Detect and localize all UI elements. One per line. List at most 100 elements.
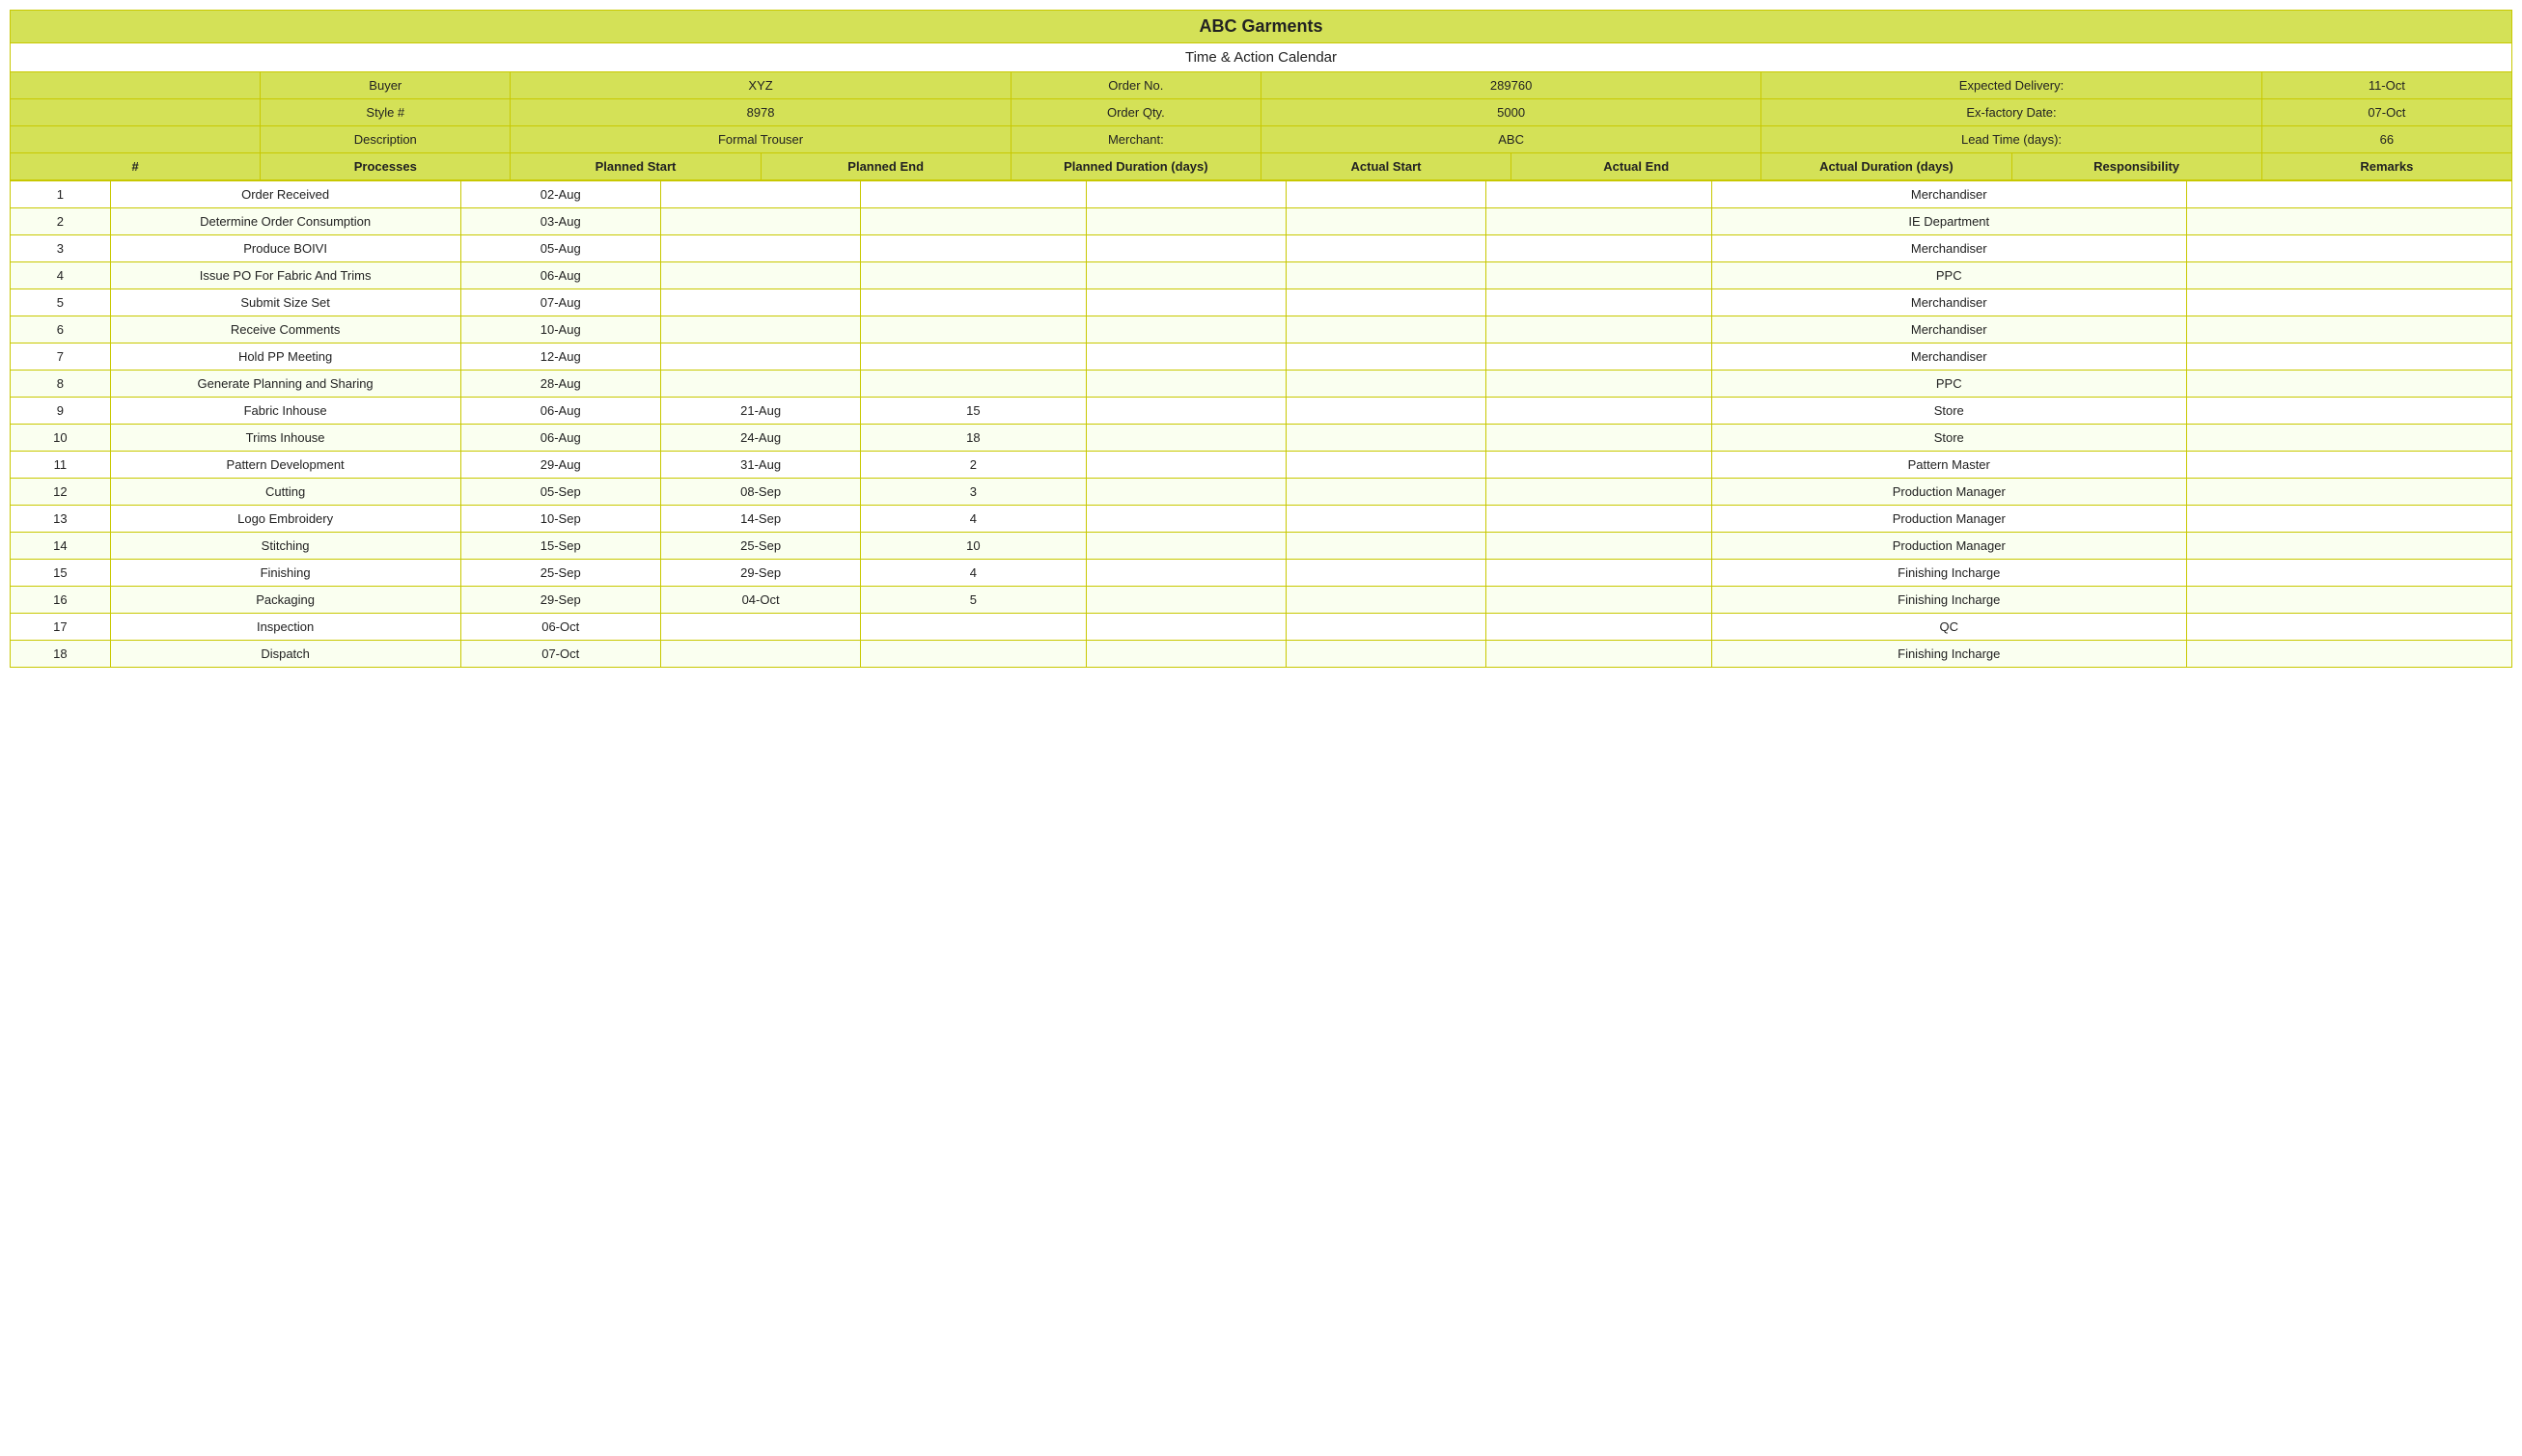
col-header-planned-end: Planned End bbox=[761, 153, 1011, 180]
cell-15-3: 04-Oct bbox=[660, 587, 860, 614]
cell-10-1: Pattern Development bbox=[110, 452, 460, 479]
cell-1-0: 2 bbox=[11, 208, 111, 235]
cell-16-1: Inspection bbox=[110, 614, 460, 641]
merchant-value: ABC bbox=[1261, 126, 1760, 153]
cell-10-4: 2 bbox=[861, 452, 1086, 479]
cell-0-2: 02-Aug bbox=[460, 181, 660, 208]
table-row: 7Hold PP Meeting12-AugMerchandiser bbox=[11, 343, 2512, 371]
cell-2-9 bbox=[2186, 235, 2511, 262]
cell-13-0: 14 bbox=[11, 533, 111, 560]
cell-17-3 bbox=[660, 641, 860, 668]
empty-cell-2 bbox=[11, 99, 261, 126]
order-no-label: Order No. bbox=[1011, 72, 1261, 99]
cell-8-3: 21-Aug bbox=[660, 398, 860, 425]
cell-7-5 bbox=[1086, 371, 1286, 398]
table-row: 11Pattern Development29-Aug31-Aug2Patter… bbox=[11, 452, 2512, 479]
cell-8-1: Fabric Inhouse bbox=[110, 398, 460, 425]
order-no-value: 289760 bbox=[1261, 72, 1760, 99]
cell-4-8: Merchandiser bbox=[1711, 289, 2186, 316]
cell-5-2: 10-Aug bbox=[460, 316, 660, 343]
table-body: 1Order Received02-AugMerchandiser2Determ… bbox=[11, 181, 2512, 668]
style-label: Style # bbox=[261, 99, 511, 126]
cell-16-3 bbox=[660, 614, 860, 641]
company-title: ABC Garments bbox=[11, 11, 2512, 43]
cell-0-0: 1 bbox=[11, 181, 111, 208]
cell-3-5 bbox=[1086, 262, 1286, 289]
cell-11-2: 05-Sep bbox=[460, 479, 660, 506]
cell-14-7 bbox=[1486, 560, 1711, 587]
cell-17-7 bbox=[1486, 641, 1711, 668]
cell-0-4 bbox=[861, 181, 1086, 208]
col-header-processes: Processes bbox=[261, 153, 511, 180]
cell-5-0: 6 bbox=[11, 316, 111, 343]
cell-17-6 bbox=[1286, 641, 1485, 668]
description-value: Formal Trouser bbox=[511, 126, 1011, 153]
table-row: 12Cutting05-Sep08-Sep3Production Manager bbox=[11, 479, 2512, 506]
cell-8-0: 9 bbox=[11, 398, 111, 425]
cell-5-5 bbox=[1086, 316, 1286, 343]
cell-10-2: 29-Aug bbox=[460, 452, 660, 479]
cell-13-9 bbox=[2186, 533, 2511, 560]
cell-9-8: Store bbox=[1711, 425, 2186, 452]
expected-delivery-label: Expected Delivery: bbox=[1761, 72, 2261, 99]
cell-13-2: 15-Sep bbox=[460, 533, 660, 560]
cell-16-6 bbox=[1286, 614, 1485, 641]
col-header-planned-duration: Planned Duration (days) bbox=[1011, 153, 1261, 180]
cell-0-9 bbox=[2186, 181, 2511, 208]
cell-13-6 bbox=[1286, 533, 1485, 560]
buyer-label: Buyer bbox=[261, 72, 511, 99]
cell-4-7 bbox=[1486, 289, 1711, 316]
table-row: 5Submit Size Set07-AugMerchandiser bbox=[11, 289, 2512, 316]
col-header-remarks: Remarks bbox=[2261, 153, 2511, 180]
cell-9-0: 10 bbox=[11, 425, 111, 452]
cell-12-0: 13 bbox=[11, 506, 111, 533]
cell-1-1: Determine Order Consumption bbox=[110, 208, 460, 235]
cell-11-9 bbox=[2186, 479, 2511, 506]
cell-10-0: 11 bbox=[11, 452, 111, 479]
cell-15-4: 5 bbox=[861, 587, 1086, 614]
cell-6-8: Merchandiser bbox=[1711, 343, 2186, 371]
cell-14-9 bbox=[2186, 560, 2511, 587]
cell-5-7 bbox=[1486, 316, 1711, 343]
cell-12-5 bbox=[1086, 506, 1286, 533]
cell-2-6 bbox=[1286, 235, 1485, 262]
cell-13-5 bbox=[1086, 533, 1286, 560]
cell-12-2: 10-Sep bbox=[460, 506, 660, 533]
cell-11-8: Production Manager bbox=[1711, 479, 2186, 506]
ex-factory-label: Ex-factory Date: bbox=[1761, 99, 2261, 126]
table-row: 14Stitching15-Sep25-Sep10Production Mana… bbox=[11, 533, 2512, 560]
main-table: ABC Garments Time & Action Calendar Buye… bbox=[10, 10, 2512, 180]
cell-8-8: Store bbox=[1711, 398, 2186, 425]
cell-9-6 bbox=[1286, 425, 1485, 452]
cell-15-6 bbox=[1286, 587, 1485, 614]
buyer-value: XYZ bbox=[511, 72, 1011, 99]
cell-10-6 bbox=[1286, 452, 1485, 479]
company-row: ABC Garments bbox=[11, 11, 2512, 43]
cell-2-4 bbox=[861, 235, 1086, 262]
cell-3-0: 4 bbox=[11, 262, 111, 289]
cell-12-9 bbox=[2186, 506, 2511, 533]
cell-11-1: Cutting bbox=[110, 479, 460, 506]
cell-11-0: 12 bbox=[11, 479, 111, 506]
data-table: 1Order Received02-AugMerchandiser2Determ… bbox=[10, 180, 2512, 668]
cell-2-5 bbox=[1086, 235, 1286, 262]
cell-4-4 bbox=[861, 289, 1086, 316]
cell-8-6 bbox=[1286, 398, 1485, 425]
cell-5-8: Merchandiser bbox=[1711, 316, 2186, 343]
cell-7-3 bbox=[660, 371, 860, 398]
table-row: 10Trims Inhouse06-Aug24-Aug18Store bbox=[11, 425, 2512, 452]
cell-4-6 bbox=[1286, 289, 1485, 316]
cell-17-1: Dispatch bbox=[110, 641, 460, 668]
cell-13-1: Stitching bbox=[110, 533, 460, 560]
cell-9-4: 18 bbox=[861, 425, 1086, 452]
table-row: 17Inspection06-OctQC bbox=[11, 614, 2512, 641]
document-title: Time & Action Calendar bbox=[11, 43, 2512, 72]
empty-cell-1 bbox=[11, 72, 261, 99]
cell-17-0: 18 bbox=[11, 641, 111, 668]
cell-1-4 bbox=[861, 208, 1086, 235]
cell-5-9 bbox=[2186, 316, 2511, 343]
merchant-label: Merchant: bbox=[1011, 126, 1261, 153]
table-row: 6Receive Comments10-AugMerchandiser bbox=[11, 316, 2512, 343]
cell-7-4 bbox=[861, 371, 1086, 398]
cell-16-4 bbox=[861, 614, 1086, 641]
